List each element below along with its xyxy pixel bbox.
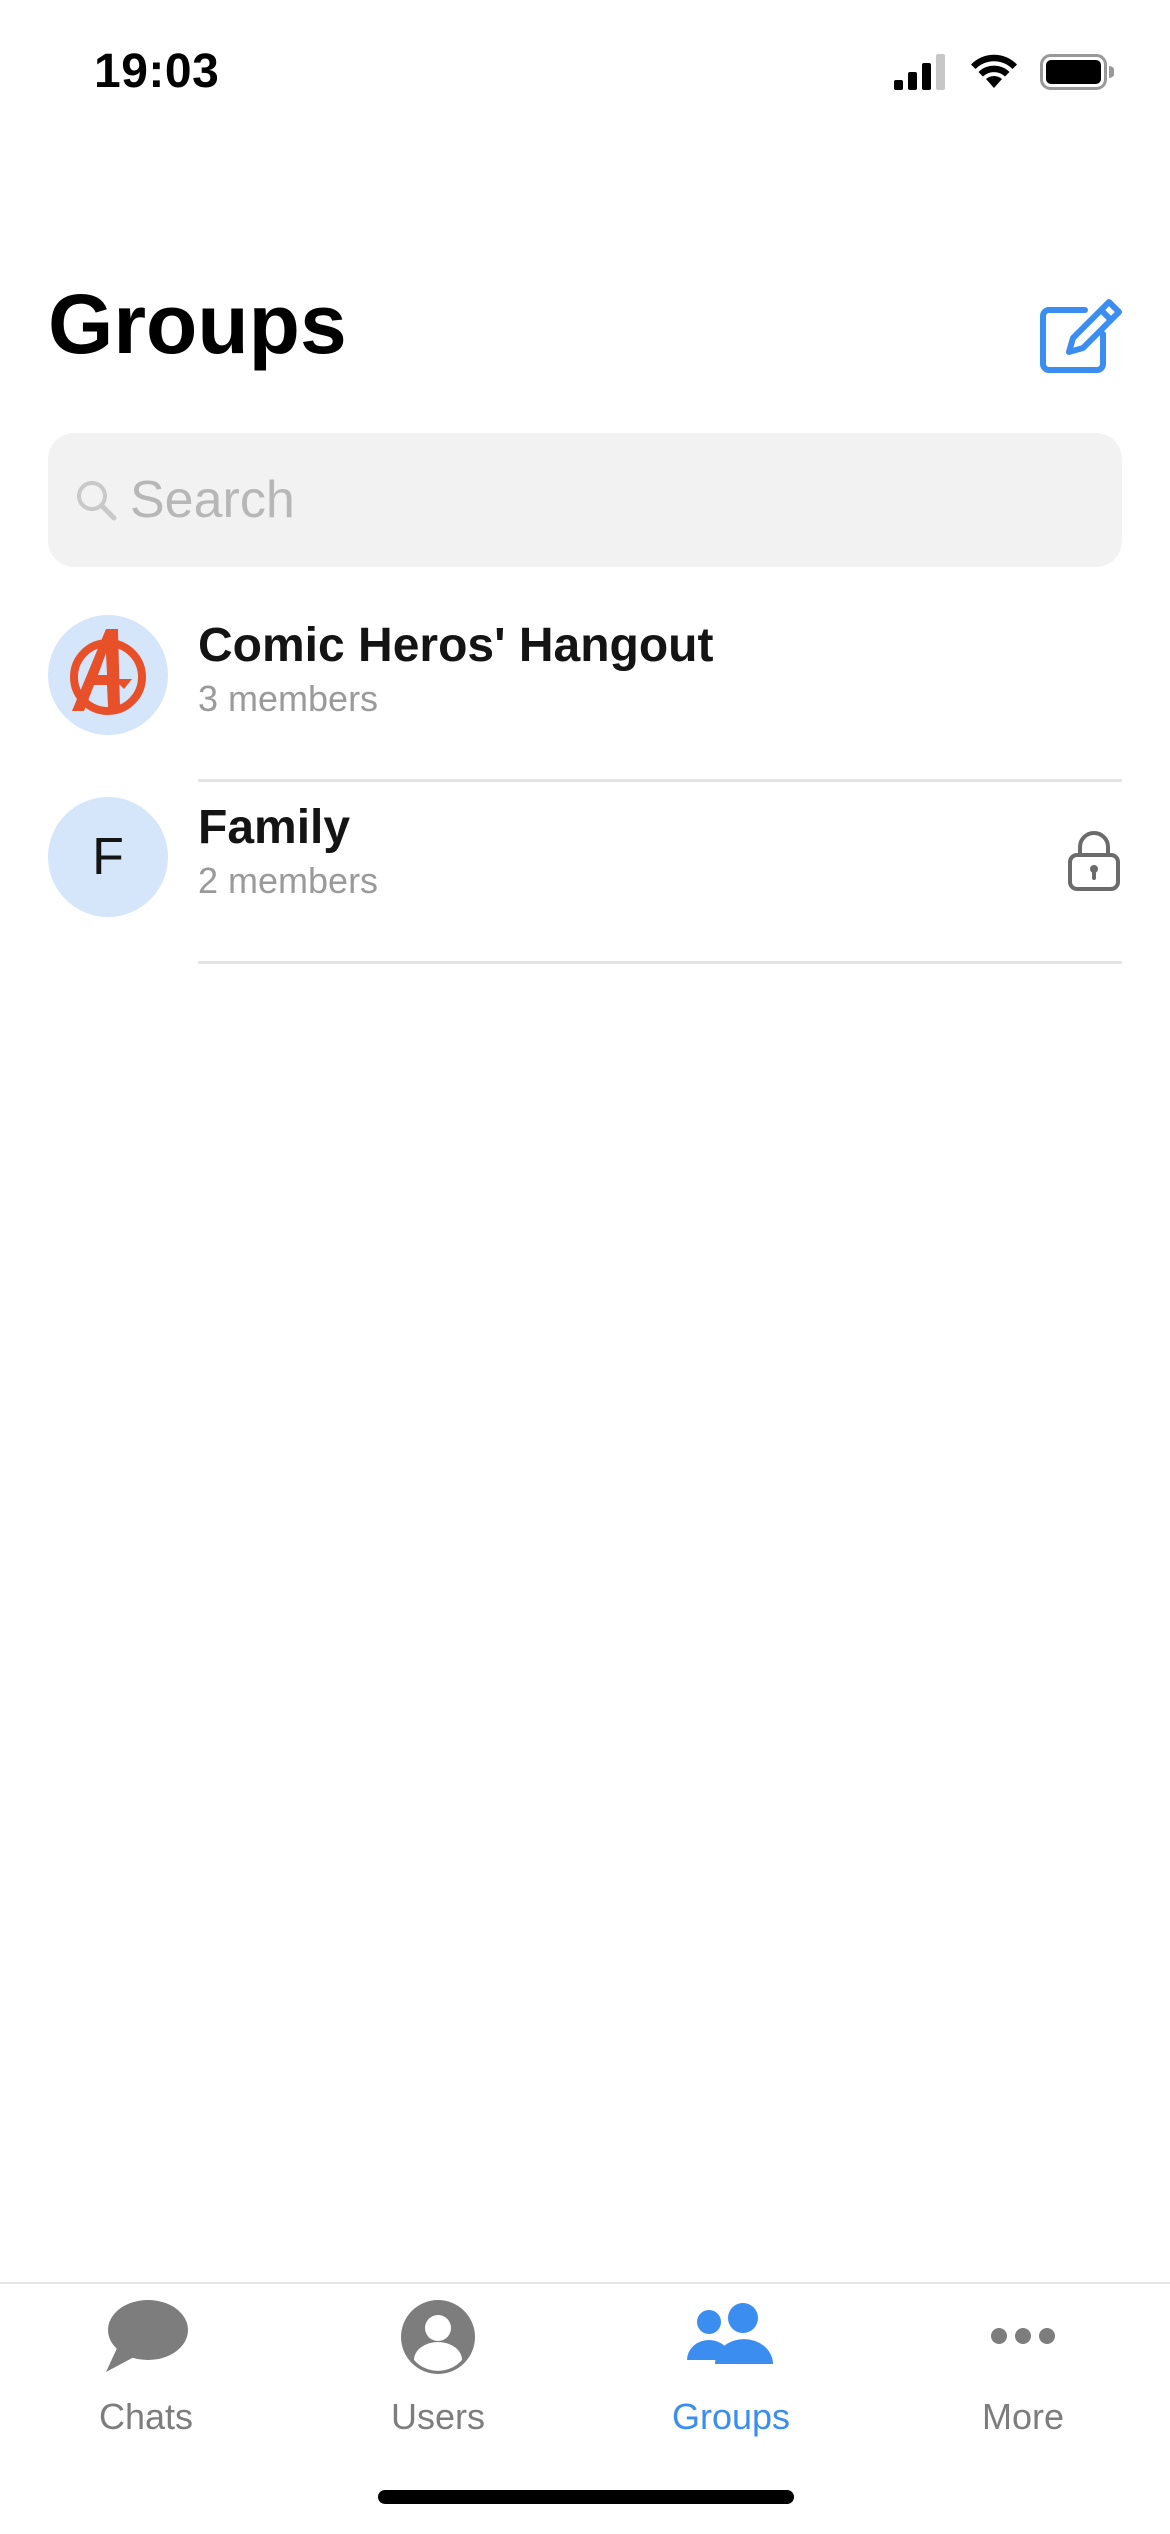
wifi-icon — [971, 54, 1017, 88]
avatar-initial: F — [92, 828, 124, 886]
groups-icon — [687, 2303, 773, 2364]
battery-icon — [1040, 54, 1114, 90]
tab-groups[interactable]: Groups — [585, 2284, 877, 2464]
group-name: Family — [198, 801, 351, 854]
status-time: 19:03 — [94, 45, 220, 98]
group-name: Comic Heros' Hangout — [198, 619, 714, 672]
cellular-signal-icon — [894, 54, 945, 90]
user-icon — [401, 2300, 475, 2374]
page-title: Groups — [48, 277, 347, 371]
row-divider — [198, 961, 1122, 964]
group-members-count: 3 members — [198, 678, 379, 719]
tab-chats[interactable]: Chats — [0, 2284, 292, 2464]
group-members-count: 2 members — [198, 860, 379, 901]
tab-more[interactable]: More — [877, 2284, 1169, 2464]
group-avatar: F — [48, 797, 168, 917]
group-avatar — [48, 615, 168, 735]
tab-users[interactable]: Users — [292, 2284, 584, 2464]
group-row-comic-heros-hangout[interactable]: Comic Heros' Hangout 3 members — [0, 600, 1170, 782]
status-icons — [894, 54, 1114, 90]
compose-icon — [1040, 299, 1122, 373]
home-indicator[interactable] — [378, 2490, 794, 2504]
group-list: Comic Heros' Hangout 3 members F Family … — [0, 600, 1170, 964]
search-input[interactable] — [130, 460, 1030, 540]
more-icon — [991, 2328, 1055, 2344]
tab-label: Chats — [98, 2396, 194, 2437]
compose-button[interactable] — [1036, 296, 1126, 376]
status-bar: 19:03 — [0, 0, 1170, 140]
tab-label: Users — [390, 2396, 485, 2437]
tab-label: Groups — [671, 2396, 791, 2437]
search-icon — [77, 481, 117, 521]
tab-label: More — [981, 2396, 1065, 2437]
lock-icon — [1068, 831, 1120, 891]
chat-bubble-icon — [106, 2300, 188, 2372]
group-row-family[interactable]: F Family 2 members — [0, 782, 1170, 964]
avengers-logo-icon — [70, 629, 146, 715]
search-bar[interactable] — [48, 433, 1122, 567]
